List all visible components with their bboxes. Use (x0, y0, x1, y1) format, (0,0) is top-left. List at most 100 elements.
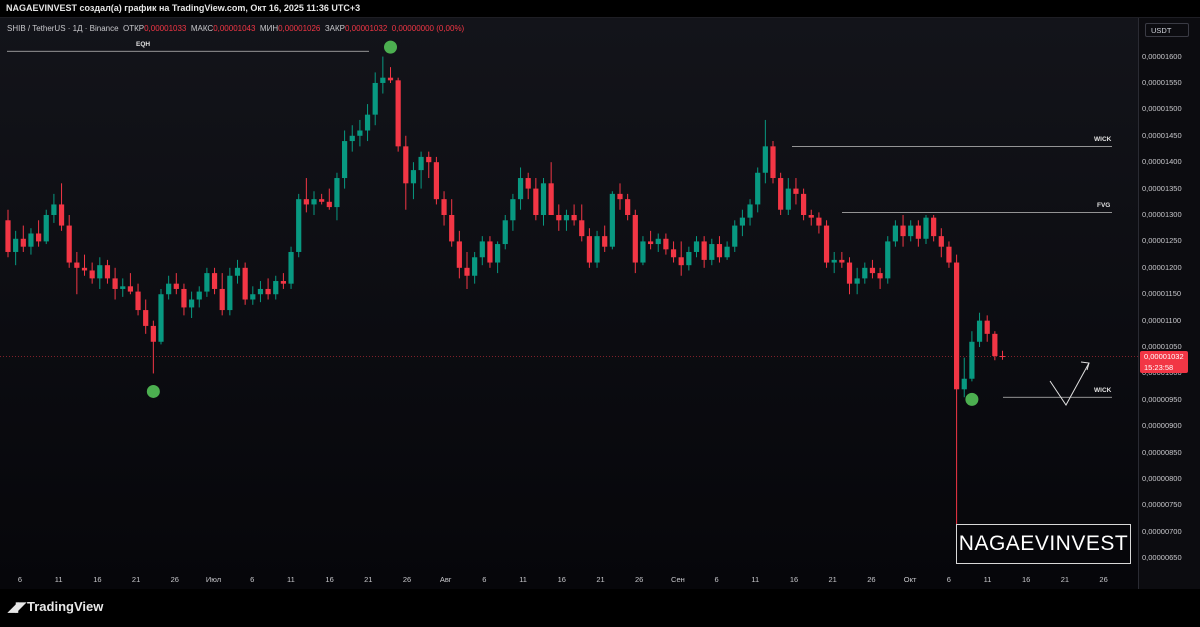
candle[interactable] (525, 172, 531, 200)
candle[interactable] (563, 209, 570, 231)
candle[interactable] (58, 183, 65, 231)
candle[interactable] (678, 241, 684, 276)
candle[interactable] (120, 278, 126, 297)
candle[interactable] (732, 220, 738, 252)
candle[interactable] (51, 193, 57, 223)
candle[interactable] (20, 225, 26, 252)
candle[interactable] (946, 241, 952, 268)
candle[interactable] (280, 273, 286, 289)
candle[interactable] (104, 259, 111, 284)
candle[interactable] (196, 286, 202, 308)
candle[interactable] (801, 188, 807, 221)
candle[interactable] (533, 178, 539, 221)
candle[interactable] (36, 220, 42, 247)
candle[interactable] (640, 236, 646, 266)
candle[interactable] (112, 267, 118, 300)
candle[interactable] (831, 251, 837, 274)
candle[interactable] (158, 288, 164, 345)
candle[interactable] (441, 191, 447, 226)
candle[interactable] (173, 273, 179, 295)
candle[interactable] (686, 246, 692, 271)
candle[interactable] (556, 204, 562, 231)
candle[interactable] (862, 262, 868, 284)
candle[interactable] (143, 299, 149, 334)
candle[interactable] (211, 267, 218, 295)
candle[interactable] (716, 236, 723, 263)
candle[interactable] (349, 125, 355, 152)
candle[interactable] (5, 209, 11, 258)
candle[interactable] (854, 267, 860, 295)
candle[interactable] (166, 275, 172, 300)
candle[interactable] (961, 357, 967, 398)
candle[interactable] (464, 251, 470, 289)
candle[interactable] (709, 238, 715, 266)
candle[interactable] (931, 215, 937, 242)
candle[interactable] (976, 312, 983, 348)
candle[interactable] (938, 228, 944, 258)
candle[interactable] (670, 241, 677, 263)
candle[interactable] (846, 257, 853, 295)
candle[interactable] (693, 236, 700, 258)
pivot-marker[interactable] (146, 384, 160, 398)
candle[interactable] (823, 220, 830, 268)
candle[interactable] (273, 275, 279, 300)
candle[interactable] (135, 283, 141, 316)
candle[interactable] (701, 236, 707, 268)
candle[interactable] (74, 251, 80, 295)
candle[interactable] (227, 267, 233, 316)
candle[interactable] (342, 130, 348, 189)
candle[interactable] (403, 135, 409, 210)
candle[interactable] (495, 241, 501, 274)
candle[interactable] (999, 350, 1006, 360)
candle[interactable] (13, 230, 19, 266)
candle[interactable] (762, 119, 768, 184)
candle[interactable] (625, 193, 631, 221)
candle[interactable] (617, 183, 623, 210)
candle[interactable] (219, 273, 225, 316)
candle[interactable] (609, 191, 615, 250)
chart-panel[interactable]: USDT SHIB / TetherUS · 1Д · Binance ОТКР… (0, 17, 1200, 590)
candle[interactable] (984, 315, 990, 342)
candle[interactable] (257, 281, 264, 303)
candle[interactable] (357, 119, 363, 147)
candle[interactable] (755, 167, 761, 213)
candle[interactable] (250, 286, 256, 305)
candle[interactable] (778, 172, 784, 216)
candle[interactable] (150, 320, 156, 374)
candle[interactable] (127, 273, 133, 295)
candle[interactable] (472, 251, 478, 284)
tradingview-logo[interactable]: ◢◤ TradingView (8, 599, 103, 615)
candle[interactable] (793, 178, 799, 205)
candle[interactable] (969, 331, 975, 382)
candle[interactable] (380, 56, 386, 94)
candle[interactable] (66, 215, 72, 268)
candle[interactable] (663, 233, 669, 255)
pivot-marker[interactable] (965, 392, 979, 406)
candle[interactable] (602, 225, 608, 252)
candle[interactable] (181, 283, 187, 316)
candle[interactable] (770, 141, 776, 184)
candle[interactable] (89, 262, 95, 284)
candle[interactable] (433, 156, 439, 205)
candle[interactable] (97, 257, 103, 289)
pivot-marker[interactable] (384, 40, 397, 54)
candle[interactable] (426, 151, 432, 179)
candle[interactable] (877, 267, 883, 289)
candle[interactable] (586, 228, 592, 268)
candle[interactable] (234, 259, 241, 284)
candle[interactable] (479, 236, 485, 266)
candle[interactable] (908, 220, 914, 242)
candle[interactable] (81, 254, 88, 276)
candle[interactable] (288, 246, 294, 289)
candle[interactable] (808, 209, 814, 226)
candle[interactable] (915, 220, 921, 247)
candle[interactable] (410, 162, 417, 200)
candle[interactable] (364, 104, 371, 142)
candle[interactable] (655, 233, 661, 252)
candle[interactable] (303, 178, 309, 213)
candle[interactable] (869, 259, 876, 279)
candle[interactable] (816, 212, 822, 234)
candle[interactable] (418, 151, 424, 189)
candle[interactable] (326, 188, 332, 210)
candle[interactable] (579, 204, 585, 242)
